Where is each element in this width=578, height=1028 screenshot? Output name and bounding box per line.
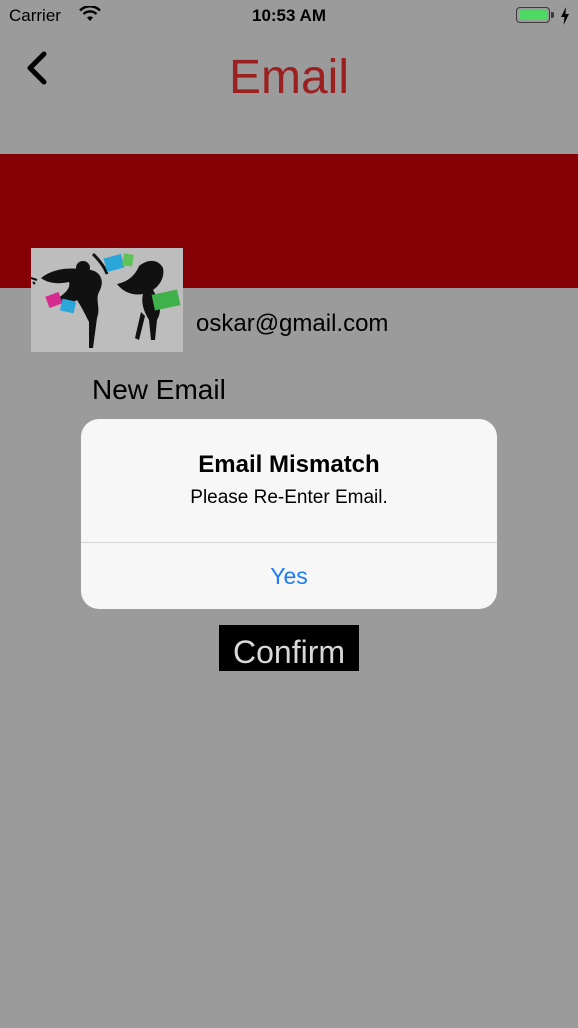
battery-tip xyxy=(551,12,554,18)
confirm-button[interactable]: Confirm xyxy=(219,625,359,671)
battery-icon xyxy=(516,7,550,23)
alert-title: Email Mismatch xyxy=(198,451,380,478)
current-email: oskar@gmail.com xyxy=(196,310,389,337)
avatar xyxy=(31,248,183,352)
alert-message: Please Re-Enter Email. xyxy=(190,487,388,508)
page-title: Email xyxy=(228,51,350,104)
status-bar: Carrier 10:53 AM xyxy=(0,0,578,32)
bolt-icon xyxy=(561,7,569,25)
alert-dialog: Email Mismatch Please Re-Enter Email. Ye… xyxy=(81,419,497,609)
navigation-bar: Email xyxy=(0,32,578,122)
new-email-label: New Email xyxy=(92,374,226,405)
dancers-illustration xyxy=(31,248,183,352)
alert-yes-button[interactable]: Yes xyxy=(81,543,497,609)
clock: 10:53 AM xyxy=(251,6,326,25)
